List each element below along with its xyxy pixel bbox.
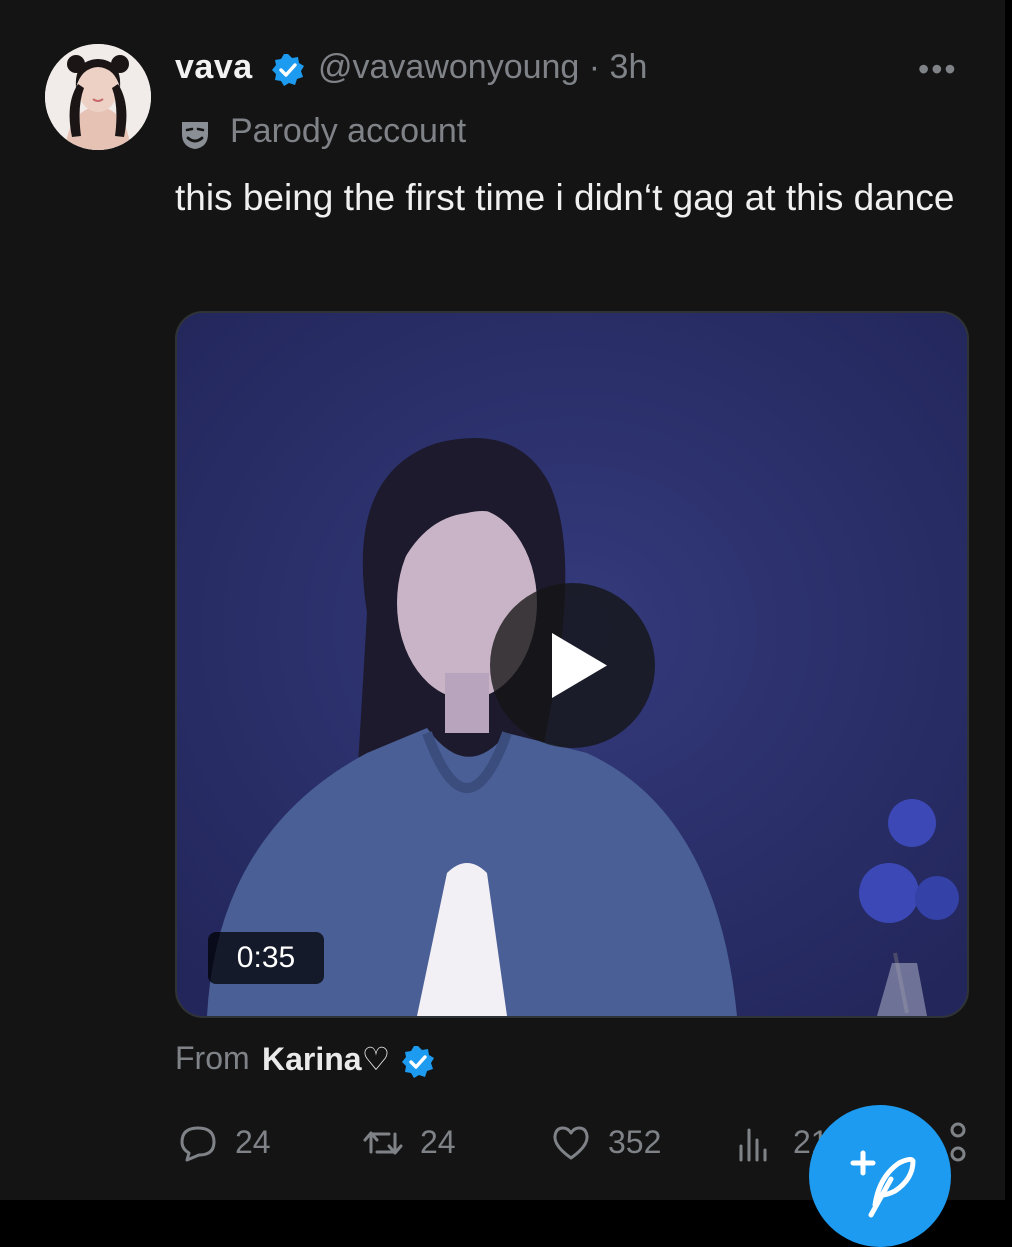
verified-badge-icon: [402, 1046, 434, 1078]
video-player[interactable]: 0:35: [175, 311, 969, 1018]
avatar-image: [45, 44, 151, 150]
like-count: 352: [608, 1124, 662, 1160]
reply-count: 24: [235, 1124, 271, 1160]
reply-button[interactable]: 24: [177, 1118, 287, 1166]
avatar[interactable]: [45, 44, 151, 150]
compose-post-button[interactable]: [809, 1105, 951, 1247]
repost-button[interactable]: 24: [362, 1118, 472, 1166]
repost-icon: [363, 1131, 403, 1155]
play-button[interactable]: [490, 583, 655, 748]
repost-count: 24: [420, 1124, 456, 1160]
play-icon: [552, 633, 607, 698]
parody-account-label: Parody account: [230, 112, 467, 150]
views-icon: [739, 1128, 767, 1162]
compose-feather-icon: [850, 1150, 916, 1218]
source-account-link[interactable]: Karina♡: [262, 1040, 390, 1078]
theater-mask-icon: [182, 122, 208, 149]
reply-icon: [180, 1126, 216, 1162]
from-label: From: [175, 1040, 250, 1076]
handle-and-time[interactable]: @vavawonyoung · 3h: [318, 48, 647, 87]
post-container: vava @vavawonyoung · 3h ••• Parody accou…: [0, 0, 1012, 1247]
like-button[interactable]: 352: [550, 1118, 680, 1166]
heart-icon: [553, 1126, 589, 1160]
display-name[interactable]: vava: [175, 48, 253, 87]
post-text: this being the first time i didn‘t gag a…: [175, 177, 955, 218]
more-options-button[interactable]: •••: [918, 53, 958, 85]
video-duration-badge: 0:35: [208, 932, 324, 984]
verified-badge-icon: [272, 54, 304, 86]
